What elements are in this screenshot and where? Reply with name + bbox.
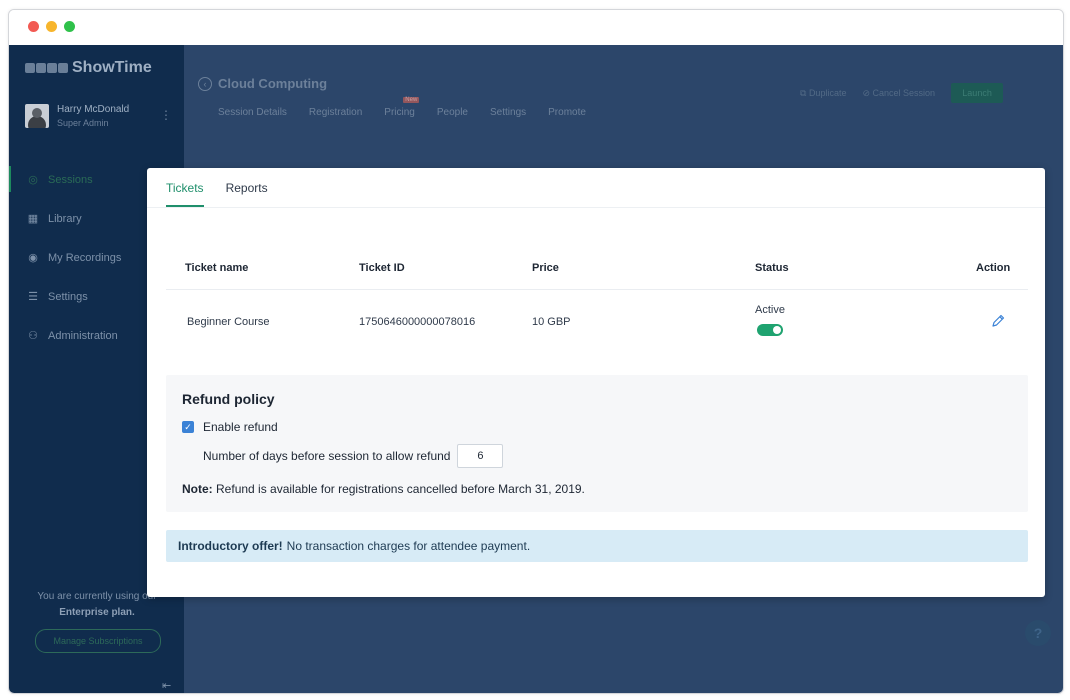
tab-tickets[interactable]: Tickets — [166, 168, 204, 207]
logo-mark-icon — [25, 63, 68, 73]
note-text: Refund is available for registrations ca… — [216, 482, 585, 496]
user-profile[interactable]: Harry McDonald Super Admin — [25, 104, 129, 128]
user-role: Super Admin — [57, 118, 109, 128]
refund-days-label: Number of days before session to allow r… — [203, 449, 451, 463]
ticket-status-cell: Active — [755, 304, 785, 336]
ticket-id-cell: 1750646000000078016 — [359, 316, 476, 328]
column-header-price: Price — [532, 262, 559, 274]
status-toggle[interactable] — [757, 324, 783, 336]
new-badge: New — [403, 97, 420, 103]
refund-days-row: Number of days before session to allow r… — [203, 444, 504, 468]
sessions-icon: ◎ — [28, 174, 38, 186]
status-text: Active — [755, 304, 785, 316]
enable-refund-label: Enable refund — [203, 420, 278, 434]
sidebar-item-label: Library — [48, 212, 82, 225]
collapse-sidebar-icon[interactable]: ⇤ — [162, 679, 171, 692]
duplicate-button[interactable]: ⧉ Duplicate — [800, 88, 846, 99]
page-title: Cloud Computing — [218, 76, 328, 91]
modal-tabs: Tickets Reports — [166, 168, 268, 207]
plan-text: You are currently using our — [37, 591, 157, 602]
tabs-divider — [147, 207, 1045, 208]
table-divider — [166, 289, 1028, 290]
user-name: Harry McDonald — [57, 104, 130, 115]
manage-subscriptions-button[interactable]: Manage Subscriptions — [35, 629, 161, 653]
tab-settings[interactable]: Settings — [490, 107, 526, 118]
column-header-ticket-id: Ticket ID — [359, 262, 405, 274]
close-window-button[interactable] — [28, 21, 39, 32]
brand-name: ShowTime — [72, 59, 152, 76]
column-header-status: Status — [755, 262, 789, 274]
ticket-name-cell: Beginner Course — [187, 316, 270, 328]
tab-registration[interactable]: Registration — [309, 107, 362, 118]
tab-people[interactable]: People — [437, 107, 468, 118]
cancel-session-button[interactable]: ⊘ Cancel Session — [862, 88, 935, 99]
tab-pricing-label: Pricing — [384, 107, 415, 118]
tab-reports[interactable]: Reports — [226, 168, 268, 207]
launch-button[interactable]: Launch — [951, 83, 1004, 103]
offer-text: No transaction charges for attendee paym… — [286, 539, 531, 553]
refund-note: Note: Refund is available for registrati… — [182, 482, 585, 496]
maximize-window-button[interactable] — [64, 21, 75, 32]
refund-policy-title: Refund policy — [182, 391, 275, 407]
edit-pencil-icon[interactable] — [990, 313, 1006, 329]
refund-policy-panel: Refund policy ✓ Enable refund Number of … — [166, 375, 1028, 512]
avatar — [25, 104, 49, 128]
introductory-offer-banner: Introductory offer! No transaction charg… — [166, 530, 1028, 562]
enable-refund-checkbox[interactable]: ✓ — [182, 421, 194, 433]
refund-days-input[interactable]: 6 — [457, 444, 504, 468]
toggle-knob — [773, 326, 781, 334]
enable-refund-row: ✓ Enable refund — [182, 420, 278, 434]
sidebar-item-label: Administration — [48, 329, 118, 342]
help-button[interactable]: ? — [1025, 620, 1051, 646]
title-bar — [9, 10, 1063, 45]
administration-icon: ⚇ — [28, 330, 38, 342]
session-tabs: Session Details Registration Pricing New… — [218, 97, 586, 118]
note-label: Note: — [182, 482, 213, 496]
minimize-window-button[interactable] — [46, 21, 57, 32]
sidebar-item-label: Sessions — [48, 173, 93, 186]
plan-name: Enterprise plan. — [59, 607, 135, 618]
recordings-icon: ◉ — [28, 252, 38, 264]
ticket-price-cell: 10 GBP — [532, 316, 571, 328]
plan-info: You are currently using our Enterprise p… — [27, 589, 167, 621]
tab-pricing[interactable]: Pricing New — [384, 97, 420, 118]
cancel-session-label: Cancel Session — [872, 87, 936, 98]
back-arrow-icon[interactable]: ‹ — [198, 77, 212, 91]
sidebar-item-label: Settings — [48, 290, 88, 303]
offer-title: Introductory offer! — [178, 539, 283, 553]
tab-promote[interactable]: Promote — [548, 107, 586, 118]
app-window: ShowTime Harry McDonald Super Admin ⋮ ◎ … — [8, 9, 1064, 694]
header-actions: ⧉ Duplicate ⊘ Cancel Session Launch — [800, 83, 1004, 103]
column-header-ticket-name: Ticket name — [185, 262, 249, 274]
library-icon: ▦ — [27, 213, 39, 225]
sidebar-item-label: My Recordings — [48, 251, 122, 264]
duplicate-label: Duplicate — [808, 87, 847, 98]
more-options-icon[interactable]: ⋮ — [160, 108, 172, 122]
app-body: ShowTime Harry McDonald Super Admin ⋮ ◎ … — [9, 45, 1063, 693]
brand-logo[interactable]: ShowTime — [25, 59, 152, 77]
tab-session-details[interactable]: Session Details — [218, 107, 287, 118]
column-header-action: Action — [976, 262, 1011, 274]
tickets-modal: Tickets Reports Ticket name Ticket ID Pr… — [147, 168, 1045, 597]
settings-icon: ☰ — [28, 291, 38, 303]
